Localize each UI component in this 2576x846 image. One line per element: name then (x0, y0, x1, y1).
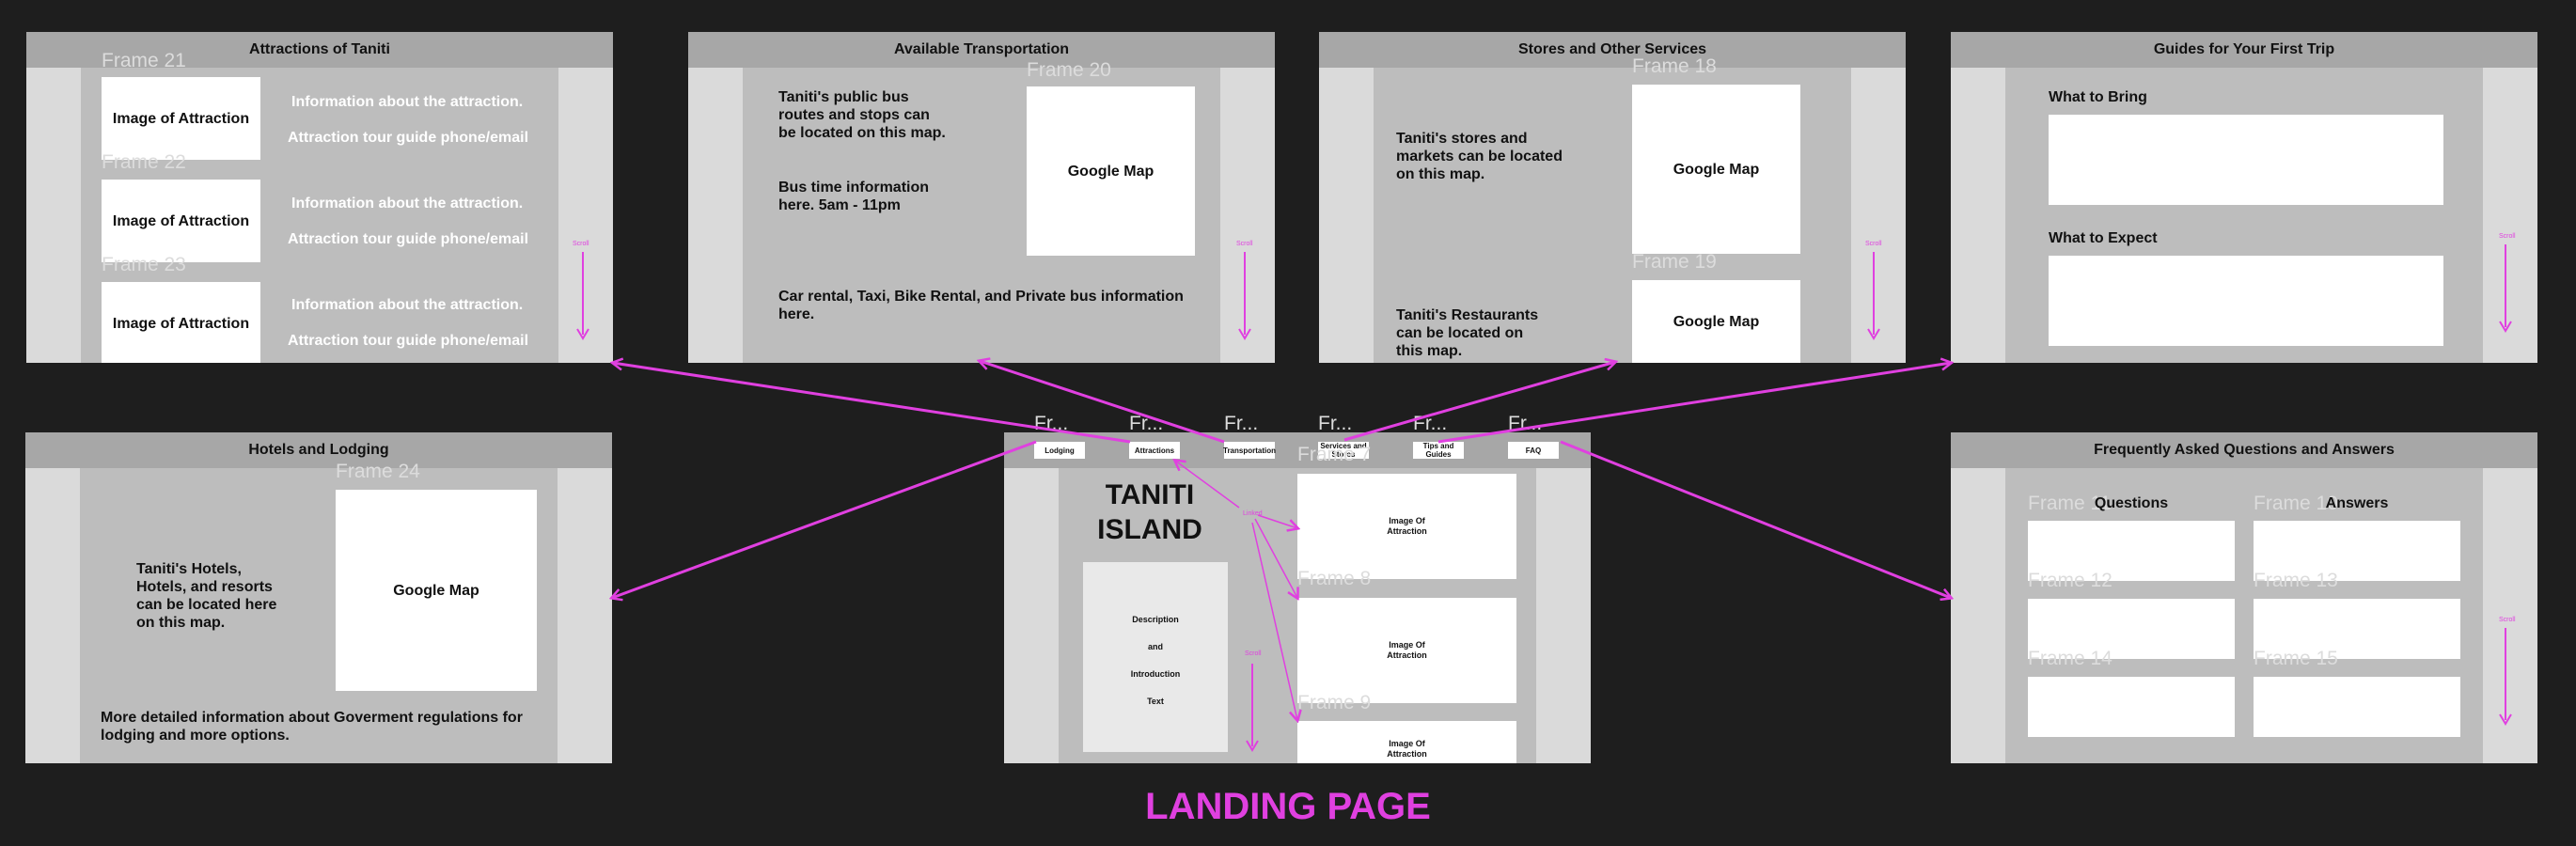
arrow-to-hotels (612, 440, 1037, 598)
arrow-linked-1 (1257, 514, 1297, 528)
flow-arrows (0, 0, 2576, 846)
arrow-to-guides (1437, 363, 1951, 444)
arrow-linked-nav (1175, 461, 1240, 509)
arrow-to-stores (1343, 362, 1615, 442)
arrow-linked-2 (1254, 518, 1297, 598)
arrow-to-attractions (613, 363, 1131, 444)
arrow-linked-3 (1251, 522, 1297, 720)
page-title: LANDING PAGE (1145, 786, 1431, 827)
arrow-to-transportation (980, 361, 1225, 444)
arrow-to-faq (1560, 440, 1951, 598)
